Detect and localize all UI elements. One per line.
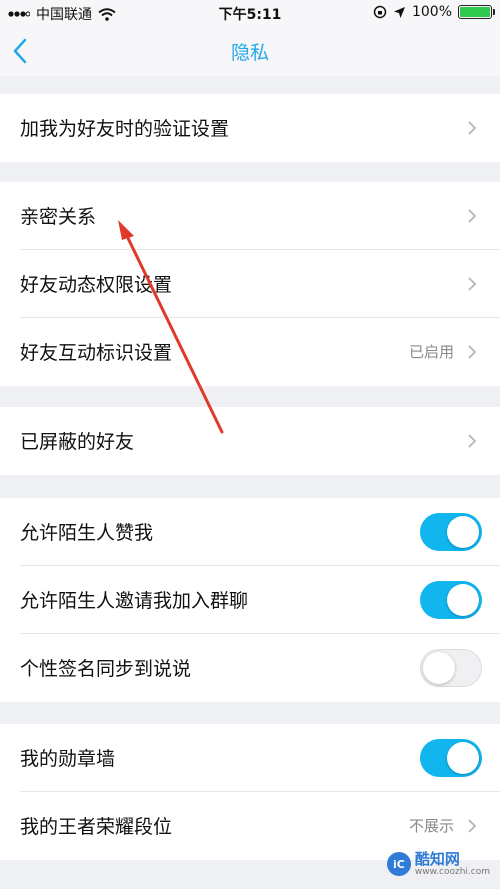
toggle-switch[interactable] (420, 581, 482, 619)
chevron-right-icon (468, 121, 477, 135)
settings-row-allow-stranger-likes: 允许陌生人赞我 (0, 498, 500, 566)
row-label: 好友互动标识设置 (20, 342, 173, 364)
toggle-knob (447, 516, 479, 548)
settings-group-blocked: 已屏蔽的好友 (0, 407, 500, 475)
settings-row-medal-wall: 我的勋章墙 (0, 724, 500, 792)
settings-group-friends: 亲密关系 好友动态权限设置 好友互动标识设置 已启用 (0, 182, 500, 386)
status-bar: 中国联通 下午5:11 100% (0, 0, 500, 26)
row-label: 亲密关系 (20, 206, 97, 228)
toggle-knob (447, 584, 479, 616)
battery-percent: 100% (411, 4, 452, 20)
row-value: 不展示 (408, 817, 454, 835)
row-label: 加我为好友时的验证设置 (20, 118, 230, 140)
chevron-right-icon (468, 277, 477, 291)
row-label: 好友动态权限设置 (20, 274, 173, 296)
settings-row-allow-stranger-group-invite: 允许陌生人邀请我加入群聊 (0, 566, 500, 634)
toggle-switch[interactable] (420, 649, 482, 687)
settings-row-intimate-relationship[interactable]: 亲密关系 (0, 182, 500, 250)
settings-row-interaction-badge[interactable]: 好友互动标识设置 已启用 (0, 318, 500, 386)
settings-group-profile-display: 我的勋章墙 我的王者荣耀段位 不展示 (0, 724, 500, 860)
battery-level (460, 7, 490, 17)
row-label: 我的勋章墙 (20, 748, 116, 770)
chevron-right-icon (468, 209, 477, 223)
watermark-name: 酷知网 (414, 849, 460, 868)
row-value: 已启用 (408, 343, 454, 361)
watermark-url: www.coozhi.com (414, 866, 490, 877)
row-label: 允许陌生人邀请我加入群聊 (20, 590, 249, 612)
settings-group-verification: 加我为好友时的验证设置 (0, 94, 500, 162)
settings-row-blocked-friends[interactable]: 已屏蔽的好友 (0, 407, 500, 475)
chevron-right-icon (468, 434, 477, 448)
toggle-switch[interactable] (420, 739, 482, 777)
page-title: 隐私 (230, 42, 269, 64)
battery-icon (458, 5, 495, 19)
chevron-right-icon (468, 345, 477, 359)
toggle-knob (423, 652, 455, 684)
location-icon (393, 6, 405, 18)
toggle-switch[interactable] (420, 513, 482, 551)
settings-row-signature-sync: 个性签名同步到说说 (0, 634, 500, 702)
settings-row-friend-verification[interactable]: 加我为好友时的验证设置 (0, 94, 500, 162)
row-label: 个性签名同步到说说 (20, 658, 192, 680)
chevron-right-icon (468, 819, 477, 833)
toggle-knob (447, 742, 479, 774)
navigation-bar: 隐私 (0, 26, 500, 76)
settings-row-feed-permissions[interactable]: 好友动态权限设置 (0, 250, 500, 318)
row-label: 我的王者荣耀段位 (20, 816, 173, 838)
site-watermark: iC 酷知网 www.coozhi.com (386, 849, 490, 877)
row-label: 已屏蔽的好友 (20, 431, 135, 453)
watermark-logo-icon: iC (386, 852, 411, 877)
row-label: 允许陌生人赞我 (20, 522, 154, 544)
rotation-lock-icon (373, 5, 387, 19)
settings-group-strangers: 允许陌生人赞我 允许陌生人邀请我加入群聊 个性签名同步到说说 (0, 498, 500, 702)
